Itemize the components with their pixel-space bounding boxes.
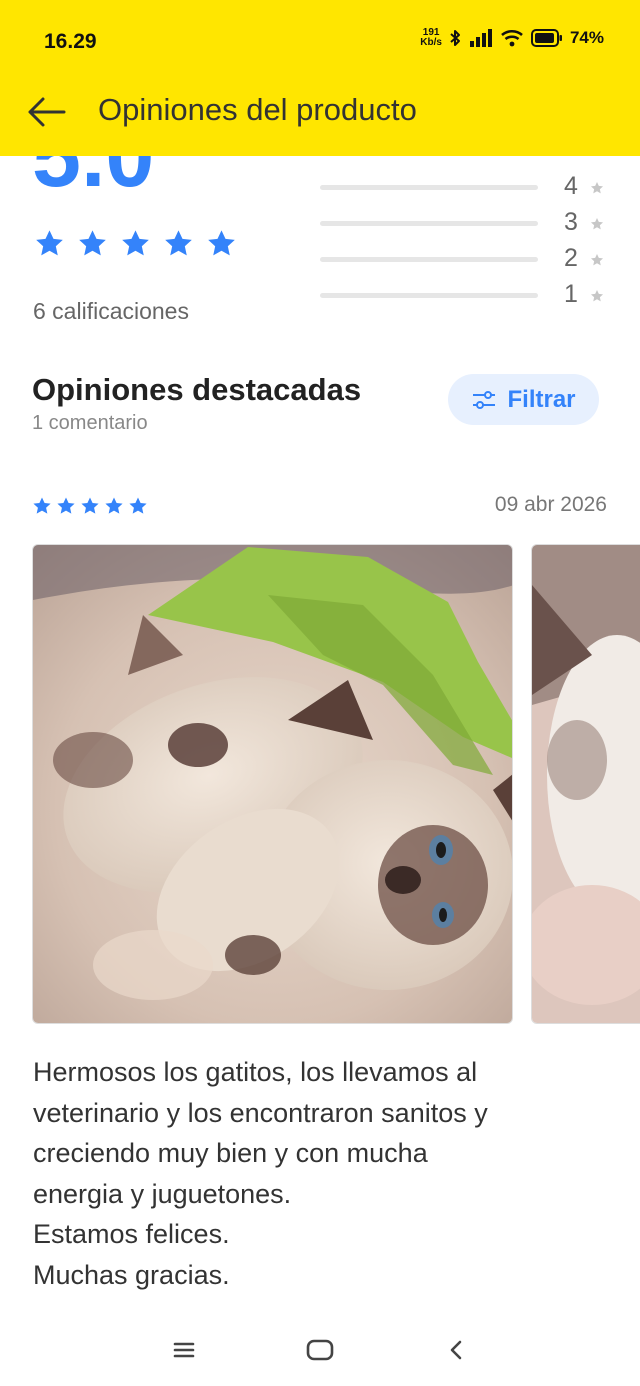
battery-level: 74% <box>569 28 604 47</box>
status-time: 16.29 <box>44 30 97 53</box>
status-icons: 191 Kb/s 74% <box>420 28 604 48</box>
distribution-bar <box>320 221 538 226</box>
kitten-photo-2 <box>532 545 640 1023</box>
distribution-stars-label: 3 <box>564 208 578 236</box>
review-stars <box>32 496 148 516</box>
home-button[interactable] <box>300 1330 340 1370</box>
bluetooth-icon <box>450 30 460 46</box>
back-nav-icon <box>450 1340 462 1360</box>
page-title: Opiniones del producto <box>98 92 417 127</box>
distribution-stars-label: 2 <box>564 244 578 272</box>
distribution-stars-label: 4 <box>564 172 578 200</box>
review-line: energia y juguetones. <box>33 1178 292 1209</box>
review-line: creciendo muy bien y con mucha <box>33 1138 428 1168</box>
system-navigation-bar <box>0 1310 640 1386</box>
distribution-row: 2 <box>320 244 610 274</box>
review-photo[interactable] <box>32 544 513 1024</box>
app-header: 16.29 191 Kb/s 74% Opiniones del product… <box>0 0 640 156</box>
star-icon <box>79 230 106 256</box>
review-line: Estamos felices. <box>33 1219 230 1249</box>
back-nav-button[interactable] <box>436 1330 476 1370</box>
wifi-icon <box>501 29 523 47</box>
filter-button[interactable]: Filtrar <box>448 374 599 425</box>
distribution-row: 3 <box>320 208 610 238</box>
distribution-bar <box>320 257 538 262</box>
review-photo[interactable] <box>531 544 640 1024</box>
small-star-icon <box>590 218 604 230</box>
distribution-row: 4 <box>320 172 610 202</box>
review-text: Hermosos los gatitos, los llevamos al ve… <box>33 1052 613 1295</box>
menu-icon <box>173 1342 195 1358</box>
kittens-photo <box>33 545 512 1023</box>
star-icon <box>165 230 192 256</box>
star-icon <box>105 497 123 514</box>
home-icon <box>306 1339 334 1361</box>
star-icon <box>57 497 75 514</box>
star-icon <box>129 497 147 514</box>
distribution-bar <box>320 293 538 298</box>
distribution-row: 1 <box>320 280 610 310</box>
distribution-stars-label: 1 <box>564 280 578 308</box>
back-button[interactable] <box>24 90 68 134</box>
small-star-icon <box>590 182 604 194</box>
small-star-icon <box>590 290 604 302</box>
star-icon <box>81 497 99 514</box>
review-date: 09 abr 2026 <box>494 493 607 516</box>
star-icon <box>122 230 149 256</box>
battery-icon <box>530 29 562 47</box>
review-line: veterinario y los encontraron sanitos y <box>33 1097 488 1128</box>
review-line: Muchas gracias. <box>33 1259 230 1290</box>
average-stars <box>34 228 237 259</box>
sliders-icon <box>473 390 496 409</box>
small-star-icon <box>590 254 604 266</box>
comment-count: 1 comentario <box>32 412 148 434</box>
filter-label: Filtrar <box>507 385 576 413</box>
ratings-count: 6 calificaciones <box>33 298 189 324</box>
review-line: Hermosos los gatitos, los llevamos al <box>33 1057 478 1087</box>
star-icon <box>33 497 51 514</box>
signal-icon <box>469 29 492 47</box>
arrow-left-icon <box>28 97 66 127</box>
network-speed: 191 Kb/s <box>420 27 442 48</box>
recent-apps-button[interactable] <box>164 1330 204 1370</box>
star-icon <box>208 230 235 256</box>
distribution-bar <box>320 185 538 190</box>
star-icon <box>36 230 63 256</box>
section-title: Opiniones destacadas <box>32 372 362 407</box>
